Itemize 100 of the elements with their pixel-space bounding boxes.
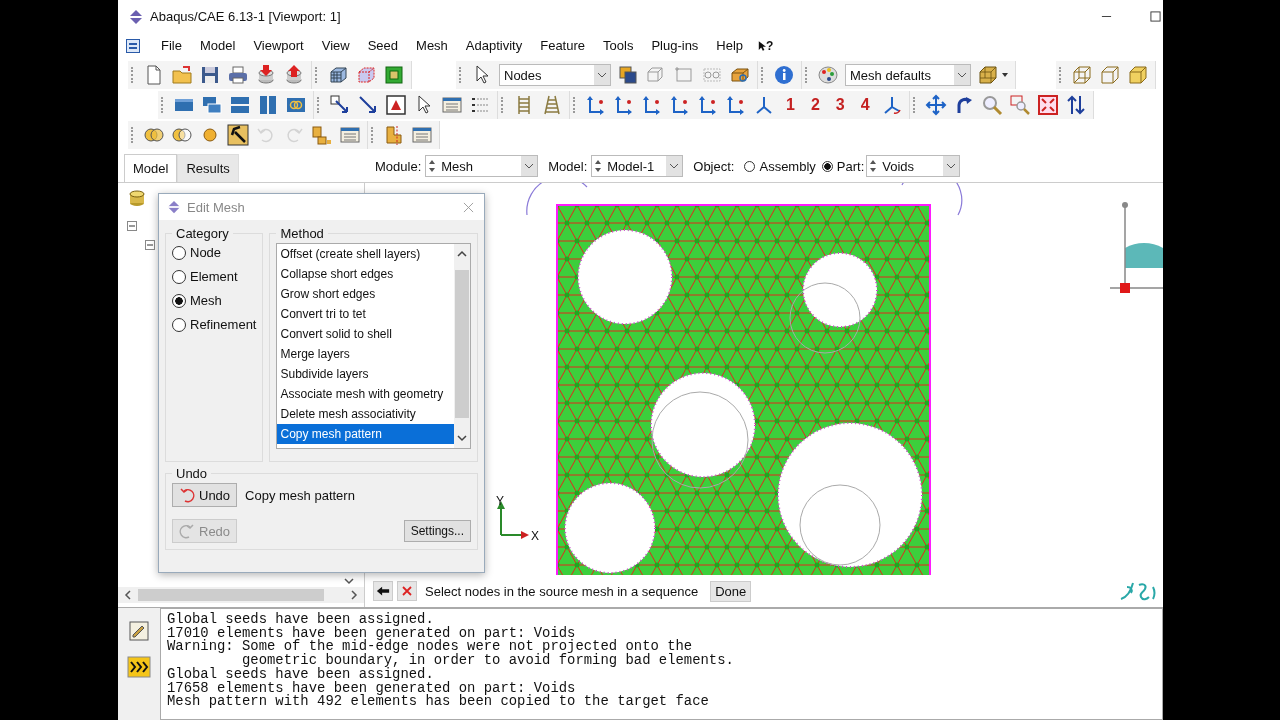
vertical-scrollbar[interactable]	[454, 244, 470, 448]
view-number-button[interactable]: 3	[830, 96, 850, 114]
palette-icon[interactable]	[817, 64, 839, 86]
undo-button[interactable]: Undo	[172, 483, 238, 507]
cursor-icon	[758, 39, 767, 52]
group-title: Undo	[175, 466, 209, 481]
redo-icon	[179, 523, 195, 539]
info-icon[interactable]	[773, 64, 795, 86]
model-dropdown[interactable]: Model-1	[591, 155, 684, 177]
radio-button[interactable]	[172, 245, 186, 260]
prompt-text: Select nodes in the source mesh in a sequence	[425, 583, 699, 599]
menu-item[interactable]: Seed	[358, 38, 408, 53]
solid-cube-icon[interactable]	[1127, 64, 1149, 86]
table-icon[interactable]	[339, 124, 361, 146]
radio-label[interactable]: Part:	[836, 158, 865, 174]
back-button[interactable]	[373, 581, 393, 601]
radio-button[interactable]	[744, 160, 756, 172]
blocks-icon[interactable]	[311, 124, 333, 146]
radio-label[interactable]: Mesh	[190, 293, 222, 308]
log-line: Global seeds have been assigned.	[167, 613, 434, 627]
menu-item[interactable]: Plug-ins	[642, 38, 708, 53]
list-item[interactable]: Convert tri to tet	[277, 304, 454, 324]
radio-button[interactable]	[172, 317, 186, 332]
view-number-button[interactable]: 1	[781, 96, 800, 114]
shaded-cube-icon[interactable]	[977, 64, 999, 86]
spinner-icon	[595, 159, 602, 173]
table-icon[interactable]	[441, 94, 463, 116]
list-item[interactable]: Grow short edges	[277, 284, 454, 304]
fit-view-icon[interactable]	[1036, 94, 1059, 116]
list-item[interactable]: Convert solid to shell	[277, 324, 454, 344]
axis-label: Y	[496, 494, 504, 508]
wireframe-cube-icon[interactable]	[1071, 64, 1093, 86]
horizontal-windows-icon[interactable]	[229, 94, 251, 116]
annotation-box-icon[interactable]	[385, 94, 407, 116]
overlapping-squares-icon[interactable]	[617, 64, 639, 86]
settings-button[interactable]: Settings...	[403, 520, 471, 542]
caret-icon[interactable]	[1001, 71, 1009, 79]
menu-item[interactable]: Viewport	[244, 38, 313, 53]
view-number-button[interactable]: 2	[805, 96, 825, 114]
radio-label[interactable]: Node	[190, 245, 222, 260]
list-item[interactable]: Offset (create shell layers)	[277, 244, 454, 264]
collapse-icon[interactable]	[127, 221, 137, 231]
outline-cube-icon[interactable]	[1099, 64, 1121, 86]
l-shape-icon[interactable]	[383, 124, 405, 146]
tapered-ladder-icon[interactable]	[541, 94, 563, 116]
tab[interactable]: Model	[124, 154, 178, 182]
maximize-icon[interactable]	[1150, 11, 1161, 22]
list-item[interactable]: Merge layers	[277, 344, 454, 364]
vertical-windows-icon[interactable]	[257, 94, 279, 116]
arrow-icon[interactable]	[357, 94, 379, 116]
box-zoom-icon[interactable]	[1008, 94, 1031, 116]
dropdown[interactable]: Mesh defaults	[845, 64, 971, 86]
menu-item[interactable]: Feature	[531, 38, 595, 53]
move-arrows-icon[interactable]	[924, 94, 947, 116]
done-button[interactable]: Done	[710, 580, 752, 602]
cancel-button[interactable]	[397, 581, 417, 601]
menu-item[interactable]: View	[312, 38, 359, 53]
nested-square-icon[interactable]	[383, 64, 405, 86]
chevron-icon	[594, 65, 610, 85]
radio-label[interactable]: Element	[190, 269, 238, 284]
menu-item[interactable]: Mesh	[407, 38, 457, 53]
horizontal-scrollbar[interactable]	[118, 587, 364, 603]
context-help-button[interactable]: ?	[758, 38, 774, 53]
tab[interactable]: Results	[177, 154, 239, 182]
triple-chevron-icon[interactable]	[127, 656, 151, 678]
notepad-icon[interactable]	[127, 620, 151, 642]
mesh-cube-icon[interactable]	[327, 64, 349, 86]
dropdown[interactable]: Nodes	[499, 64, 611, 86]
view-number-button[interactable]: 4	[855, 96, 875, 114]
menu-item[interactable]: Model	[190, 38, 245, 53]
menu-item[interactable]: Tools	[594, 38, 643, 53]
table-icon[interactable]	[411, 124, 433, 146]
radio-button[interactable]	[172, 269, 186, 284]
menu-item[interactable]: Help	[707, 38, 753, 53]
list-item[interactable]: Associate mesh with geometry	[277, 384, 454, 404]
radio-button[interactable]	[821, 160, 833, 172]
stacked-windows-icon[interactable]	[201, 94, 223, 116]
radio-button[interactable]	[172, 293, 186, 308]
pick-arrow-icon[interactable]	[227, 124, 249, 146]
module-label: Module:	[375, 158, 422, 174]
collapse-icon[interactable]	[145, 240, 155, 250]
close-icon[interactable]	[463, 201, 474, 213]
object-label: Object:	[693, 158, 735, 174]
radio-label[interactable]: Assembly	[759, 158, 816, 174]
scroll-down-icon[interactable]	[344, 577, 354, 585]
dashed-cube-icon[interactable]	[355, 64, 377, 86]
list-item[interactable]: Subdivide layers	[277, 364, 454, 384]
module-dropdown[interactable]: Mesh	[425, 155, 539, 177]
radio-label[interactable]: Refinement	[190, 317, 257, 332]
folder-icon[interactable]	[171, 64, 193, 86]
label-arrow-icon[interactable]	[329, 94, 351, 116]
list-item[interactable]: Collapse short edges	[277, 264, 454, 284]
menu-item[interactable]: Adaptivity	[456, 38, 532, 53]
menu-item[interactable]: File	[152, 38, 191, 53]
list-item[interactable]: Delete mesh associativity	[277, 404, 454, 424]
printer-icon[interactable]	[227, 64, 249, 86]
list-item[interactable]: Copy mesh pattern	[277, 424, 454, 444]
part-dropdown[interactable]: Voids	[866, 155, 961, 177]
zoom-icon[interactable]	[980, 94, 1003, 116]
window-menu-icon[interactable]	[126, 38, 140, 53]
